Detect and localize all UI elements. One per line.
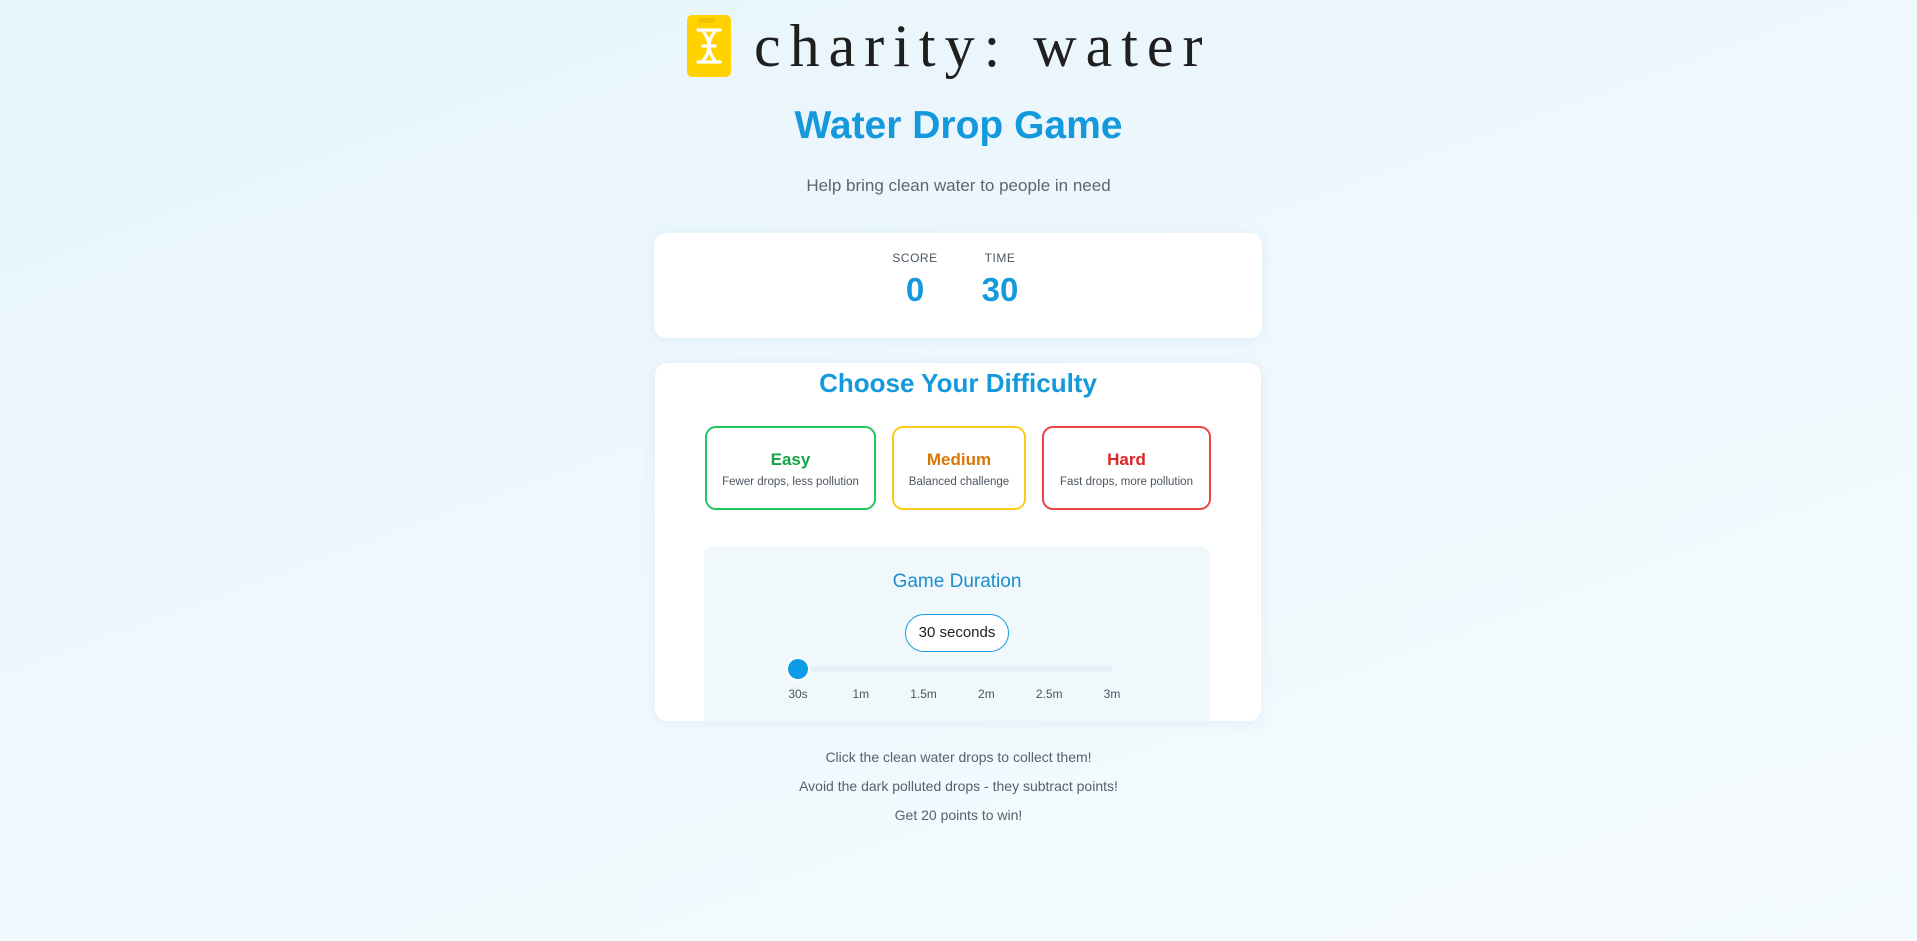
duration-heading: Game Duration [892,571,1022,592]
difficulty-medium-button[interactable]: Medium Balanced challenge [892,426,1026,510]
instruction-line: Get 20 points to win! [894,807,1023,823]
score-label: SCORE [892,251,938,265]
instruction-line: Click the clean water drops to collect t… [825,749,1092,765]
duration-tick-2: 1.5m [910,687,937,701]
time-label: TIME [984,251,1016,265]
time-value: 30 [981,271,1019,308]
duration-tick-3: 2m [978,687,995,701]
difficulty-easy-label: Easy [770,450,811,469]
duration-tick-5: 3m [1103,687,1121,701]
duration-tick-0: 30s [788,687,808,701]
difficulty-heading: Choose Your Difficulty [819,368,1097,398]
jerry-can-icon [687,15,731,77]
difficulty-medium-description: Balanced challenge [908,476,1010,488]
duration-tick-1: 1m [852,687,870,701]
difficulty-easy-description: Fewer drops, less pollution [722,476,859,488]
difficulty-hard-label: Hard [1107,450,1146,469]
duration-value-badge: 30 seconds [905,614,1009,652]
charity-water-logo: charity: water [686,14,1212,78]
time-stat: TIME 30 [965,251,1035,309]
page-title: Water Drop Game [794,104,1123,147]
game-duration-panel: Game Duration 30 seconds 30s 1m 1.5m 2m 2.5m… [704,546,1210,721]
game-setup-panel: Choose Your Difficulty Easy Fewer drops,… [655,363,1261,721]
duration-slider-track[interactable] [798,666,1112,672]
difficulty-hard-description: Fast drops, more pollution [1060,476,1193,488]
score-value: 0 [905,271,925,308]
stats-panel: SCORE 0 TIME 30 [654,233,1262,338]
duration-slider-thumb[interactable] [788,659,808,679]
instruction-line: Avoid the dark polluted drops - they sub… [799,778,1118,794]
logo-text: charity: water [754,13,1212,79]
difficulty-easy-button[interactable]: Easy Fewer drops, less pollution [705,426,876,510]
score-stat: SCORE 0 [880,251,950,309]
difficulty-medium-label: Medium [926,450,992,469]
page-subtitle: Help bring clean water to people in need [806,176,1111,195]
difficulty-hard-button[interactable]: Hard Fast drops, more pollution [1042,426,1211,510]
instructions: Click the clean water drops to collect t… [0,746,1917,833]
duration-tick-4: 2.5m [1035,687,1063,701]
